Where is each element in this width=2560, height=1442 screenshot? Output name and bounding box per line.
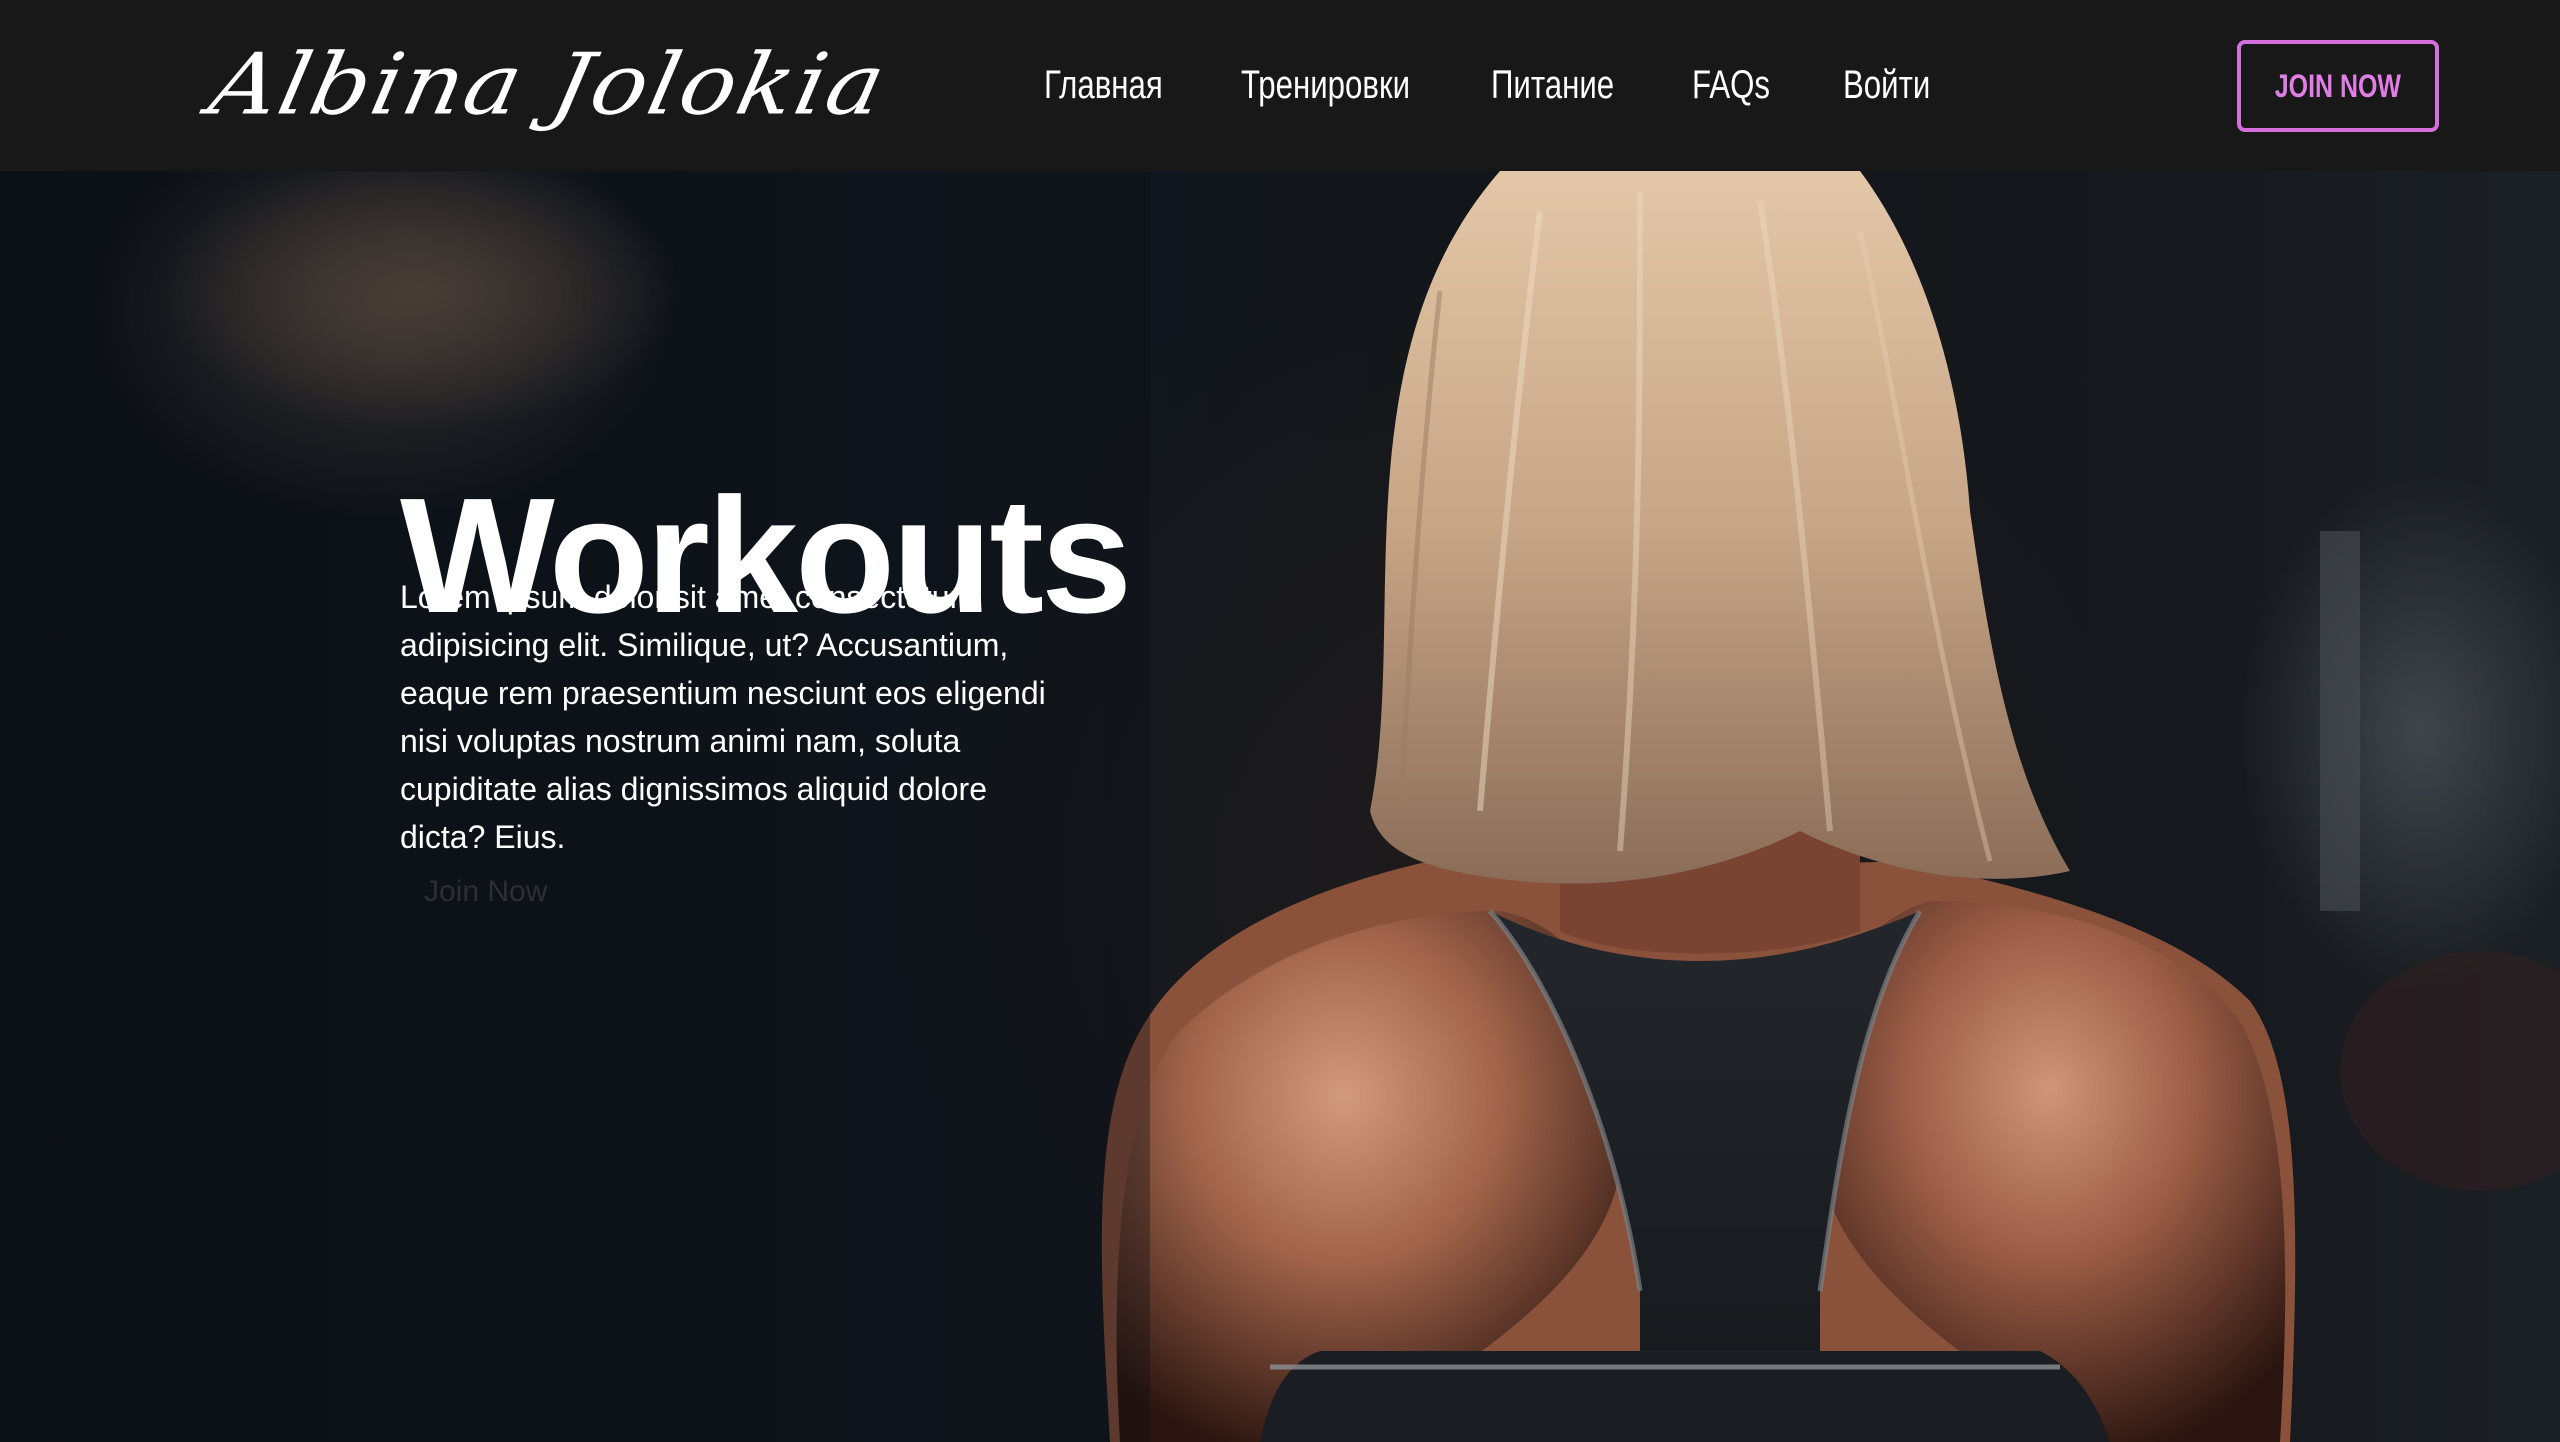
hero-background-photo xyxy=(0,171,2560,1442)
nav-item-login[interactable]: Войти xyxy=(1843,63,1930,108)
nav-item-nutrition[interactable]: Питание xyxy=(1491,63,1614,108)
nav-item-workouts[interactable]: Тренировки xyxy=(1241,63,1410,108)
hero-section: Workouts Lorem ipsum dolor sit amet cons… xyxy=(0,171,2560,1442)
page: Albina Jolokia Главная Тренировки Питани… xyxy=(0,0,2560,1442)
join-now-button[interactable]: JOIN NOW xyxy=(2237,40,2439,132)
hero-join-now-button[interactable]: Join Now xyxy=(400,861,571,923)
site-header: Albina Jolokia Главная Тренировки Питани… xyxy=(0,0,2560,171)
site-logo[interactable]: Albina Jolokia xyxy=(201,34,896,135)
join-now-button-label: JOIN NOW xyxy=(2274,67,2402,104)
nav-item-home[interactable]: Главная xyxy=(1044,63,1163,108)
nav-item-faqs[interactable]: FAQs xyxy=(1692,63,1770,108)
hero-description: Lorem ipsum dolor sit amet consectetur a… xyxy=(400,579,1046,855)
